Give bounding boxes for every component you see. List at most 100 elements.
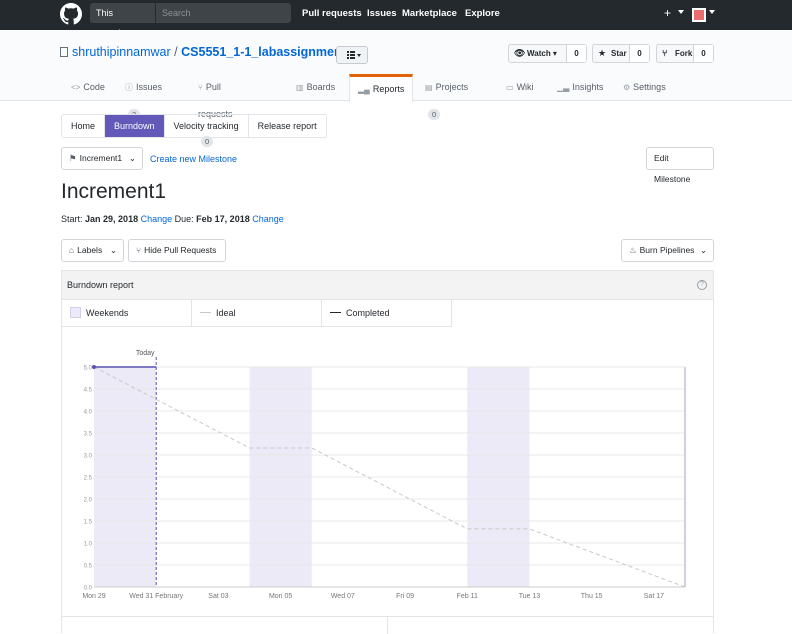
- eye-icon: 👁: [514, 48, 526, 58]
- y-tick-label: 5.0: [84, 366, 93, 372]
- y-tick-label: 3.0: [84, 454, 93, 460]
- subtab-velocity-tracking[interactable]: Velocity tracking: [165, 115, 249, 137]
- issue-icon: ⓘ: [125, 83, 133, 92]
- watch-label: Watch: [527, 49, 551, 58]
- ideal-swatch: [200, 312, 211, 313]
- chevron-down-icon[interactable]: [678, 10, 684, 14]
- x-tick-label: Mon 05: [269, 593, 292, 600]
- tab-pull-requests[interactable]: ⑂ Pull requests0: [198, 74, 233, 147]
- chevron-down-icon: ⌄: [128, 153, 136, 163]
- milestone-dates: Start: Jan 29, 2018 Change Due: Feb 17, …: [61, 214, 284, 224]
- burndown-title: Burndown report ?: [62, 271, 713, 300]
- milestone-title: Increment1: [61, 180, 167, 203]
- y-tick-label: 2.0: [84, 498, 93, 504]
- fork-icon: ⑂: [662, 48, 668, 58]
- change-start-link[interactable]: Change: [141, 214, 173, 224]
- bottom-cards: [61, 616, 714, 634]
- plus-icon[interactable]: +: [664, 6, 671, 20]
- x-tick-label: Wed 07: [331, 593, 355, 600]
- nav-issues[interactable]: Issues: [367, 0, 397, 28]
- search-input[interactable]: Search: [162, 3, 191, 23]
- y-tick-label: 0.5: [84, 564, 93, 570]
- repo-name-link[interactable]: CS5551_1-1_labassignments: [181, 45, 353, 59]
- pull-request-icon: ⑂: [198, 83, 203, 92]
- hide-pull-requests-button[interactable]: ⑂ Hide Pull Requests: [128, 239, 226, 262]
- change-due-link[interactable]: Change: [252, 214, 284, 224]
- subtab-home[interactable]: Home: [62, 115, 106, 137]
- milestone-icon: ⚑: [69, 153, 77, 163]
- tab-reports[interactable]: ▂▄ Reports: [349, 74, 413, 102]
- milestone-selector[interactable]: ⚑ Increment1 ⌄: [61, 147, 143, 170]
- chart-legend: Weekends Ideal Completed: [62, 300, 452, 327]
- subtab-burndown[interactable]: Burndown: [105, 115, 165, 137]
- completed-point: [92, 365, 96, 369]
- y-tick-label: 4.5: [84, 388, 93, 394]
- y-tick-label: 0.0: [84, 586, 93, 592]
- help-icon[interactable]: ?: [697, 280, 707, 290]
- tab-insights[interactable]: ▁▃ Insights: [557, 74, 603, 102]
- repo-title: shruthipinnamwar / CS5551_1-1_labassignm…: [60, 45, 353, 59]
- tab-boards[interactable]: ▥ Boards: [296, 74, 335, 102]
- star-icon: ★: [598, 48, 607, 58]
- graph-icon: ▁▃: [557, 83, 570, 92]
- pull-request-icon: ⑂: [136, 245, 142, 255]
- tab-wiki[interactable]: ▭ Wiki: [506, 74, 534, 102]
- create-milestone-link[interactable]: Create new Milestone: [150, 154, 237, 164]
- fork-label: Fork: [675, 49, 693, 58]
- y-tick-label: 3.5: [84, 432, 93, 438]
- tab-settings[interactable]: ⚙ Settings: [623, 74, 666, 102]
- x-tick-label: Sat 03: [208, 593, 228, 600]
- x-tick-label: Tue 13: [519, 593, 541, 600]
- chevron-down-icon[interactable]: [709, 10, 715, 14]
- y-tick-label: 4.0: [84, 410, 93, 416]
- subtab-release-report[interactable]: Release report: [249, 115, 326, 137]
- tab-projects[interactable]: ▤ Projects0: [425, 74, 468, 120]
- reports-icon: ▂▄: [358, 85, 370, 94]
- chevron-down-icon: ⌄: [109, 245, 117, 255]
- weekend-swatch: [70, 307, 81, 318]
- fork-count[interactable]: 0: [693, 45, 713, 62]
- x-tick-label: Sat 17: [644, 593, 664, 600]
- repo-separator: /: [174, 45, 178, 59]
- labels-filter-button[interactable]: ⌂ Labels ⌄: [61, 239, 124, 262]
- code-icon: <>: [71, 83, 81, 92]
- repo-icon: [60, 47, 68, 57]
- x-tick-label: Feb 11: [457, 593, 478, 600]
- watch-button[interactable]: 👁 Watch ▾ 0: [508, 44, 587, 63]
- nav-explore[interactable]: Explore: [465, 0, 500, 28]
- gear-icon: ⚙: [623, 83, 631, 92]
- github-logo-icon[interactable]: [60, 3, 82, 25]
- completed-swatch: [330, 312, 341, 313]
- edit-milestone-button[interactable]: Edit Milestone: [646, 147, 714, 184]
- search-box[interactable]: This repository Search: [90, 3, 291, 38]
- y-tick-label: 1.5: [84, 520, 93, 526]
- legend-completed[interactable]: Completed: [322, 300, 452, 327]
- list-menu-button[interactable]: [336, 46, 368, 64]
- star-button[interactable]: ★ Star 0: [592, 44, 650, 63]
- project-icon: ▤: [425, 83, 433, 92]
- x-tick-label: Wed 31 February: [129, 593, 183, 600]
- nav-marketplace[interactable]: Marketplace: [402, 0, 457, 28]
- y-tick-label: 1.0: [84, 542, 93, 548]
- x-tick-label: Thu 15: [581, 593, 603, 600]
- y-tick-label: 2.5: [84, 476, 93, 482]
- legend-ideal[interactable]: Ideal: [192, 300, 322, 327]
- burn-pipelines-button[interactable]: ♨ Burn Pipelines ⌄: [621, 239, 714, 262]
- star-count[interactable]: 0: [629, 45, 649, 62]
- nav-pull-requests[interactable]: Pull requests: [302, 0, 362, 28]
- book-icon: ▭: [506, 83, 514, 92]
- today-label: Today: [136, 350, 155, 357]
- burndown-panel: Burndown report ? Weekends Ideal Complet…: [61, 270, 714, 633]
- repo-owner-link[interactable]: shruthipinnamwar: [72, 45, 171, 59]
- avatar[interactable]: [692, 8, 706, 22]
- watch-count[interactable]: 0: [566, 45, 586, 62]
- due-date: Feb 17, 2018: [196, 214, 250, 224]
- legend-weekends[interactable]: Weekends: [62, 300, 192, 327]
- start-date: Jan 29, 2018: [85, 214, 139, 224]
- tab-issues[interactable]: ⓘIssues3: [125, 74, 162, 120]
- tab-code[interactable]: <> Code: [71, 74, 105, 102]
- search-scope-label: This repository: [90, 3, 156, 38]
- star-label: Star: [611, 49, 627, 58]
- report-subtabs: Home Burndown Velocity tracking Release …: [61, 114, 327, 138]
- fork-button[interactable]: ⑂ Fork 0: [656, 44, 714, 63]
